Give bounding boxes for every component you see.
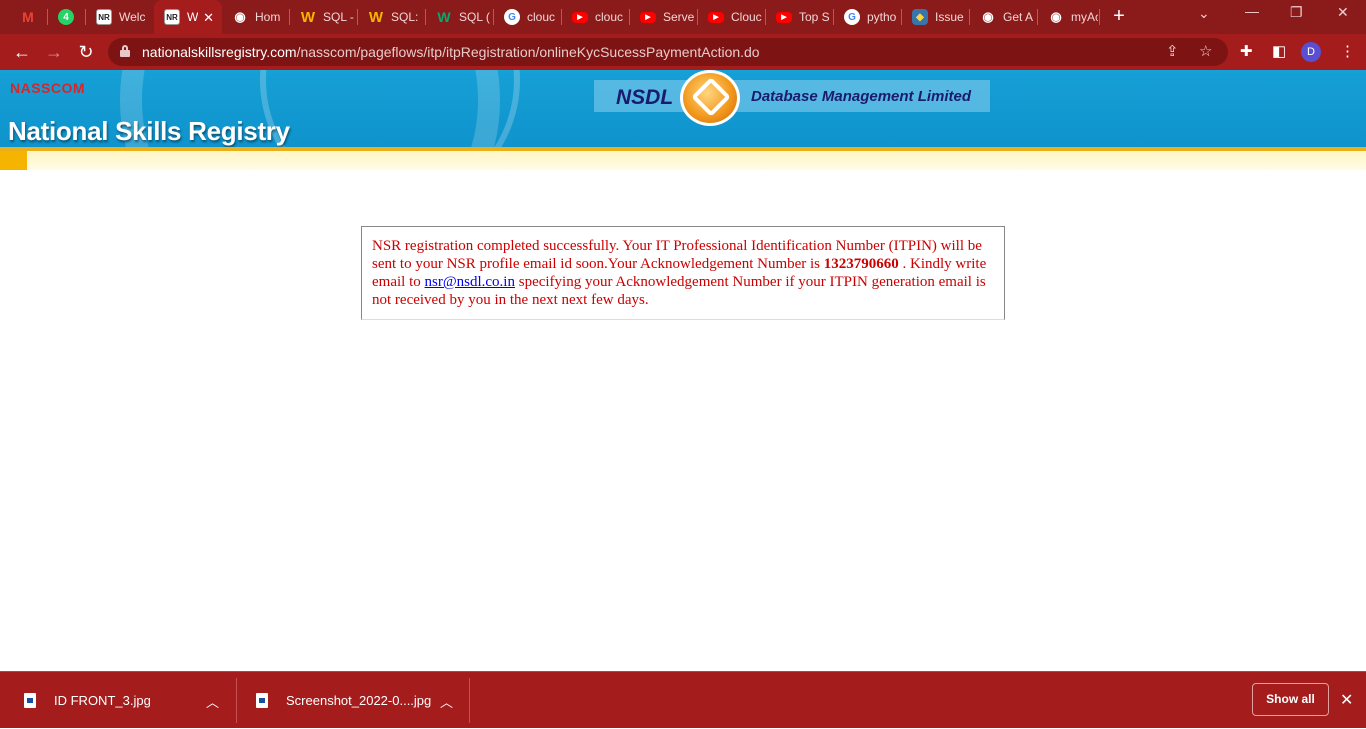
reload-icon[interactable]: ↻ xyxy=(75,41,97,63)
acknowledgement-number: 1323790660 xyxy=(823,256,899,272)
nsr-icon: NR xyxy=(164,9,180,25)
w-icon: W xyxy=(300,8,316,26)
wifi-icon: ◉ xyxy=(1050,9,1062,24)
chevron-up-icon[interactable]: ︿ xyxy=(440,692,453,711)
tab-strip: M 4 NR Welc NR W ✕ ◉ Hom W SQL - W SQL: … xyxy=(0,0,1366,34)
site-title: National Skills Registry xyxy=(8,116,290,146)
chevron-up-icon[interactable]: ︿ xyxy=(206,692,219,711)
tab-youtube-1[interactable]: ▶ clouc xyxy=(562,0,628,34)
tab-home[interactable]: ◉ Hom xyxy=(222,0,288,34)
tab-youtube-4[interactable]: ▶ Top S xyxy=(766,0,832,34)
lock-icon[interactable] xyxy=(120,45,130,57)
decorative-arc xyxy=(260,70,520,147)
site-header-banner: NASSCOM National Skills Registry NSDL Da… xyxy=(0,70,1366,147)
whatsapp-icon: 4 xyxy=(58,9,74,25)
minimize-icon[interactable]: — xyxy=(1245,3,1259,19)
divider xyxy=(236,678,237,723)
bookmark-star-icon[interactable]: ☆ xyxy=(1199,42,1212,60)
download-item[interactable]: ID FRONT_3.jpg xyxy=(24,672,151,729)
tab-title: pytho xyxy=(867,10,897,24)
tab-title: Welc xyxy=(119,10,146,24)
window-close-icon[interactable]: ✕ xyxy=(1337,4,1349,21)
tab-gmail[interactable]: M xyxy=(10,0,46,34)
nsr-icon: NR xyxy=(96,9,112,25)
forward-arrow-icon[interactable]: → xyxy=(43,41,65,63)
tab-title: SQL: xyxy=(391,10,419,24)
tab-sql-3[interactable]: W SQL ( xyxy=(426,0,492,34)
tab-title: Issue xyxy=(935,10,964,24)
nsdl-tagline: Database Management Limited xyxy=(751,88,972,105)
tab-youtube-2[interactable]: ▶ Serve xyxy=(630,0,696,34)
download-bar: ID FRONT_3.jpg ︿ Screenshot_2022-0....jp… xyxy=(0,671,1366,728)
tab-title: Get A xyxy=(1003,10,1034,24)
tab-title: Clouc xyxy=(731,10,762,24)
close-icon[interactable]: ✕ xyxy=(1340,690,1353,710)
tab-nsr-active[interactable]: NR W ✕ xyxy=(154,0,222,34)
tab-sql-1[interactable]: W SQL - xyxy=(290,0,356,34)
nsdl-logo-banner: NSDL Database Management Limited xyxy=(594,70,990,126)
tab-title: Serve xyxy=(663,10,695,24)
tab-google-cloud[interactable]: G clouc xyxy=(494,0,560,34)
nsdl-name: NSDL xyxy=(616,86,674,109)
success-message-box: NSR registration completed successfully.… xyxy=(361,226,1005,320)
wifi-icon: ◉ xyxy=(234,9,246,24)
show-all-button[interactable]: Show all xyxy=(1252,683,1329,716)
address-bar[interactable]: nationalskillsregistry.com/nasscom/pagef… xyxy=(108,38,1228,66)
header-accent-block xyxy=(0,151,27,170)
url-text[interactable]: nationalskillsregistry.com/nasscom/pagef… xyxy=(142,44,760,60)
extensions-puzzle-icon[interactable]: ✚ xyxy=(1240,42,1253,60)
tab-title: SQL ( xyxy=(459,10,490,24)
divider xyxy=(469,678,470,723)
w-icon: W xyxy=(368,8,384,26)
download-filename: Screenshot_2022-0....jpg xyxy=(286,693,432,708)
gmail-icon: M xyxy=(22,9,34,25)
share-icon[interactable]: ⇪ xyxy=(1166,42,1179,60)
nsdl-emblem-icon xyxy=(680,70,740,126)
google-icon: G xyxy=(844,9,860,25)
youtube-icon: ▶ xyxy=(572,11,588,23)
tab-python-issue[interactable]: ◆ Issue xyxy=(902,0,968,34)
google-icon: G xyxy=(504,9,520,25)
nasscom-logo: NASSCOM xyxy=(10,80,86,96)
restore-icon[interactable]: ❐ xyxy=(1290,4,1303,21)
youtube-icon: ▶ xyxy=(640,11,656,23)
support-email-link[interactable]: nsr@nsdl.co.in xyxy=(425,274,515,290)
header-subbar xyxy=(0,151,1366,170)
wifi-icon: ◉ xyxy=(982,9,994,24)
tab-google-python[interactable]: G pytho xyxy=(834,0,900,34)
avatar[interactable]: D xyxy=(1301,42,1321,62)
tab-search-chevron-icon[interactable]: ⌄ xyxy=(1198,5,1210,22)
tab-title: Hom xyxy=(255,10,281,24)
url-path: /nasscom/pageflows/itp/itpRegistration/o… xyxy=(296,44,760,60)
python-icon: ◆ xyxy=(912,9,928,25)
tab-title: clouc xyxy=(595,10,624,24)
tab-youtube-3[interactable]: ▶ Clouc xyxy=(698,0,764,34)
tab-title: clouc xyxy=(527,10,556,24)
image-file-icon xyxy=(256,693,268,708)
youtube-icon: ▶ xyxy=(776,11,792,23)
youtube-icon: ▶ xyxy=(708,11,724,23)
browser-toolbar: ← → ↻ nationalskillsregistry.com/nasscom… xyxy=(0,34,1366,70)
image-file-icon xyxy=(24,693,36,708)
tab-nsr-welcome[interactable]: NR Welc xyxy=(86,0,152,34)
back-arrow-icon[interactable]: ← xyxy=(11,41,33,63)
tab-title: myAc xyxy=(1071,10,1098,24)
w3-icon: W xyxy=(437,9,451,25)
url-domain: nationalskillsregistry.com xyxy=(142,44,297,60)
download-filename: ID FRONT_3.jpg xyxy=(54,693,151,708)
side-panel-icon[interactable]: ◧ xyxy=(1272,42,1286,60)
tab-whatsapp[interactable]: 4 xyxy=(48,0,84,34)
download-item[interactable]: Screenshot_2022-0....jpg xyxy=(256,672,431,729)
tab-get-a[interactable]: ◉ Get A xyxy=(970,0,1036,34)
close-icon[interactable]: ✕ xyxy=(203,10,214,26)
tab-myac[interactable]: ◉ myAc xyxy=(1038,0,1098,34)
tab-title: SQL - xyxy=(323,10,354,24)
tab-title: W xyxy=(187,10,199,24)
new-tab-button[interactable]: + xyxy=(1109,6,1129,26)
tab-sql-2[interactable]: W SQL: xyxy=(358,0,424,34)
success-message: NSR registration completed successfully.… xyxy=(372,237,994,309)
tab-title: Top S xyxy=(799,10,830,24)
more-menu-icon[interactable]: ⋮ xyxy=(1340,42,1355,60)
